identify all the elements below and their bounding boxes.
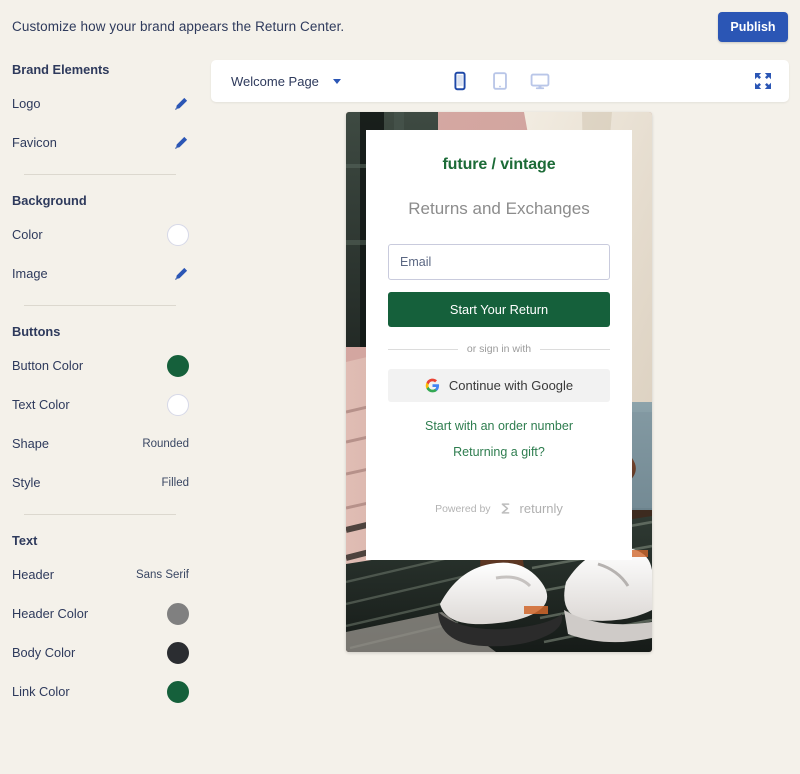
color-swatch-circle: [167, 603, 189, 625]
sidebar-row-label: Image: [12, 266, 48, 281]
page-caption: Customize how your brand appears the Ret…: [12, 19, 344, 34]
sidebar-row-background-image[interactable]: Image: [0, 254, 200, 293]
edit-favicon-button[interactable]: [173, 135, 189, 151]
tablet-device-icon[interactable]: [489, 70, 511, 92]
sidebar-row-label: Button Color: [12, 358, 83, 373]
email-input[interactable]: [388, 244, 610, 280]
button-style-value: Filled: [162, 477, 189, 489]
sidebar-row-background-color[interactable]: Color: [0, 215, 200, 254]
background-color-swatch[interactable]: [167, 224, 189, 246]
sidebar-row-label: Style: [12, 475, 40, 490]
sidebar-row-link-color[interactable]: Link Color: [0, 672, 200, 711]
fullscreen-expand-icon[interactable]: [753, 71, 773, 91]
button-style-value-wrap[interactable]: Filled: [162, 477, 189, 489]
sidebar-row-label: Body Color: [12, 645, 75, 660]
color-swatch-circle: [167, 394, 189, 416]
section-title-brand-elements: Brand Elements: [0, 56, 200, 84]
edit-logo-button[interactable]: [173, 96, 189, 112]
link-color-swatch[interactable]: [167, 681, 189, 703]
sidebar-divider: [24, 174, 176, 175]
brand-customizer-page: Customize how your brand appears the Ret…: [0, 0, 800, 774]
continue-with-google-button[interactable]: Continue with Google: [388, 369, 610, 402]
sidebar-row-button-color[interactable]: Button Color: [0, 346, 200, 385]
desktop-device-icon[interactable]: [529, 70, 551, 92]
sidebar-row-button-style[interactable]: Style Filled: [0, 463, 200, 502]
mobile-device-icon[interactable]: [449, 70, 471, 92]
page-selector-label: Welcome Page: [231, 74, 319, 89]
color-swatch-circle: [167, 355, 189, 377]
brand-settings-sidebar: Brand Elements Logo Favicon Background: [0, 56, 200, 711]
sidebar-row-label: Favicon: [12, 135, 57, 150]
sidebar-divider: [24, 305, 176, 306]
google-button-label: Continue with Google: [449, 378, 573, 393]
page-selector-dropdown[interactable]: Welcome Page: [231, 60, 341, 102]
pencil-icon: [173, 96, 189, 112]
header-font-value: Sans Serif: [136, 569, 189, 581]
sidebar-row-label: Header Color: [12, 606, 88, 621]
powered-by-footer: Powered by returnly: [388, 501, 610, 516]
button-shape-value-wrap[interactable]: Rounded: [142, 438, 189, 450]
sidebar-row-header-color[interactable]: Header Color: [0, 594, 200, 633]
or-sign-in-with-divider: or sign in with: [388, 343, 610, 355]
sidebar-row-label: Link Color: [12, 684, 70, 699]
color-swatch-circle: [167, 224, 189, 246]
sidebar-row-label: Logo: [12, 96, 40, 111]
publish-button[interactable]: Publish: [718, 12, 788, 42]
powered-by-label: Powered by: [435, 503, 490, 515]
sidebar-row-label: Shape: [12, 436, 49, 451]
sidebar-row-header-font[interactable]: Header Sans Serif: [0, 555, 200, 594]
sidebar-row-label: Color: [12, 227, 43, 242]
returnly-logo-icon: [498, 501, 513, 516]
sidebar-row-body-color[interactable]: Body Color: [0, 633, 200, 672]
edit-background-image-button[interactable]: [173, 266, 189, 282]
page-header: Customize how your brand appears the Ret…: [0, 0, 800, 54]
pencil-icon: [173, 135, 189, 151]
start-with-order-number-link[interactable]: Start with an order number: [388, 419, 610, 433]
section-title-text: Text: [0, 527, 200, 555]
pencil-icon: [173, 266, 189, 282]
sidebar-row-favicon[interactable]: Favicon: [0, 123, 200, 162]
sidebar-row-button-shape[interactable]: Shape Rounded: [0, 424, 200, 463]
header-color-swatch[interactable]: [167, 603, 189, 625]
returnly-wordmark: returnly: [520, 501, 563, 516]
body-color-swatch[interactable]: [167, 642, 189, 664]
start-your-return-button[interactable]: Start Your Return: [388, 292, 610, 327]
sidebar-row-button-text-color[interactable]: Text Color: [0, 385, 200, 424]
section-title-buttons: Buttons: [0, 318, 200, 346]
sidebar-row-label: Text Color: [12, 397, 70, 412]
returning-a-gift-link[interactable]: Returning a gift?: [388, 445, 610, 459]
header-font-value-wrap[interactable]: Sans Serif: [136, 569, 189, 581]
preview-heading: Returns and Exchanges: [388, 199, 610, 219]
chevron-down-icon: [333, 79, 341, 84]
return-center-preview-card: future / vintage Returns and Exchanges S…: [366, 130, 632, 560]
sidebar-row-logo[interactable]: Logo: [0, 84, 200, 123]
button-text-color-swatch[interactable]: [167, 394, 189, 416]
preview-toolbar: Welcome Page: [211, 60, 789, 102]
button-color-swatch[interactable]: [167, 355, 189, 377]
section-title-background: Background: [0, 187, 200, 215]
color-swatch-circle: [167, 681, 189, 703]
button-shape-value: Rounded: [142, 438, 189, 450]
google-logo-icon: [425, 378, 440, 393]
sidebar-divider: [24, 514, 176, 515]
color-swatch-circle: [167, 642, 189, 664]
brand-logo-text: future / vintage: [388, 130, 610, 174]
sidebar-row-label: Header: [12, 567, 54, 582]
